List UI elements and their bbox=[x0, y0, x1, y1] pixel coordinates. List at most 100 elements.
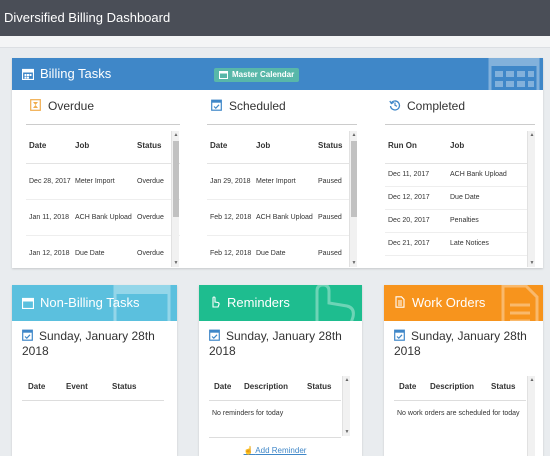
calendar-check-icon bbox=[209, 329, 220, 341]
col-status: Status bbox=[307, 382, 332, 391]
col-description: Description bbox=[244, 382, 289, 391]
table-row[interactable]: Feb 12, 2018 ACH Bank Upload Paused bbox=[207, 199, 357, 236]
overdue-title-row: Overdue bbox=[26, 98, 94, 114]
non-billing-tasks-header: Non-Billing Tasks bbox=[12, 285, 177, 321]
billing-tasks-header: Billing Tasks Master Calendar bbox=[12, 58, 543, 90]
overdue-scrollbar[interactable]: ▲ ▼ bbox=[171, 131, 179, 267]
file-text-icon bbox=[395, 296, 405, 308]
scroll-down-arrow[interactable]: ▼ bbox=[344, 429, 350, 435]
master-calendar-button[interactable]: Master Calendar bbox=[214, 68, 300, 82]
cell-date: Jan 11, 2018 bbox=[26, 199, 72, 236]
table-row[interactable]: Jan 11, 2018 ACH Bank Upload Overdue bbox=[26, 199, 180, 236]
col-date: Date bbox=[399, 382, 417, 391]
add-reminder-link[interactable]: ☝ Add Reminder bbox=[209, 437, 341, 455]
cell-job: ACH Bank Upload bbox=[253, 199, 315, 236]
date-heading: Sunday, January 28th 2018 bbox=[394, 329, 543, 359]
table-row[interactable]: Dec 21, 2017 Late Notices bbox=[385, 232, 535, 256]
table-row[interactable]: Feb 12, 2018 Due Date Paused bbox=[207, 235, 357, 265]
scroll-down-arrow[interactable]: ▼ bbox=[529, 260, 535, 266]
reminders-scrollbar[interactable]: ▲ ▼ bbox=[342, 376, 350, 436]
calendar-check-icon bbox=[22, 329, 33, 341]
hand-pointer-icon bbox=[212, 296, 220, 308]
cell-job: Due Date bbox=[447, 186, 535, 210]
cell-date: Jan 12, 2018 bbox=[26, 235, 72, 265]
table-row[interactable]: Dec 11, 2017 ACH Bank Upload bbox=[385, 163, 535, 187]
completed-title-row: Completed bbox=[385, 98, 465, 114]
col-job: Job bbox=[72, 129, 134, 164]
scroll-up-arrow[interactable]: ▲ bbox=[351, 132, 357, 138]
cell-job: Meter Import bbox=[72, 163, 134, 200]
scroll-up-arrow[interactable]: ▲ bbox=[344, 377, 350, 383]
date-text: Sunday, January 28th 2018 bbox=[22, 329, 155, 358]
col-date: Date bbox=[207, 129, 253, 164]
completed-title: Completed bbox=[407, 99, 466, 113]
calendar-watermark-icon bbox=[113, 285, 171, 321]
table-row[interactable]: Dec 12, 2017 Due Date bbox=[385, 186, 535, 210]
table-header: Date Description Status bbox=[209, 373, 341, 401]
hand-pointer-icon: ☝ bbox=[243, 446, 254, 455]
calendar-icon bbox=[219, 71, 228, 79]
reminders-panel: Reminders Sunday, January 28th 2018 Date… bbox=[199, 285, 362, 456]
col-job: Job bbox=[447, 129, 535, 164]
scroll-thumb[interactable] bbox=[351, 141, 357, 217]
scroll-down-arrow[interactable]: ▼ bbox=[351, 260, 357, 266]
cell-date: Dec 21, 2017 bbox=[385, 232, 447, 256]
cell-job: ACH Bank Upload bbox=[72, 199, 134, 236]
scheduled-table: Date Job Status Jan 29, 2018 Meter Impor… bbox=[207, 129, 357, 265]
billing-tasks-title: Billing Tasks bbox=[40, 66, 112, 81]
table-row[interactable]: Dec 28, 2017 Meter Import Overdue bbox=[26, 163, 180, 200]
date-text: Sunday, January 28th 2018 bbox=[394, 329, 527, 358]
col-date: Date bbox=[28, 382, 46, 391]
col-status: Status bbox=[112, 382, 137, 391]
cell-date: Dec 20, 2017 bbox=[385, 209, 447, 233]
col-run-on: Run On bbox=[385, 129, 447, 164]
divider bbox=[385, 124, 535, 125]
scheduled-title: Scheduled bbox=[229, 99, 286, 113]
table-row[interactable]: Dec 20, 2017 Penalties bbox=[385, 209, 535, 233]
non-billing-tasks-panel: Non-Billing Tasks Sunday, January 28th 2… bbox=[12, 285, 177, 456]
calendar-icon bbox=[22, 297, 34, 309]
scheduled-scrollbar[interactable]: ▲ ▼ bbox=[349, 131, 357, 267]
overdue-title: Overdue bbox=[48, 99, 95, 113]
reminders-table: Date Description Status No reminders for… bbox=[209, 373, 341, 419]
calendar-watermark-icon bbox=[488, 58, 540, 90]
cell-job: Meter Import bbox=[253, 163, 315, 200]
work-orders-panel: Work Orders Sunday, January 28th 2018 Da… bbox=[384, 285, 543, 456]
scroll-down-arrow[interactable]: ▼ bbox=[173, 260, 179, 266]
col-status: Status bbox=[491, 382, 516, 391]
scroll-up-arrow[interactable]: ▲ bbox=[529, 132, 535, 138]
cell-date: Feb 12, 2018 bbox=[207, 199, 253, 236]
work-orders-table: Date Description Status No work orders a… bbox=[394, 373, 526, 419]
work-orders-scrollbar[interactable]: ▲ bbox=[527, 376, 535, 456]
calendar-icon bbox=[22, 68, 34, 80]
cell-job: Due Date bbox=[253, 235, 315, 265]
empty-message: No work orders are scheduled for today bbox=[397, 410, 520, 417]
work-orders-header: Work Orders bbox=[384, 285, 543, 321]
cell-job: Penalties bbox=[447, 209, 535, 233]
scroll-up-arrow[interactable]: ▲ bbox=[173, 132, 179, 138]
window-title: Diversified Billing Dashboard bbox=[0, 0, 550, 36]
completed-table: Run On Job Dec 11, 2017 ACH Bank Upload … bbox=[385, 129, 535, 265]
col-description: Description bbox=[430, 382, 475, 391]
cell-date: Feb 12, 2018 bbox=[207, 235, 253, 265]
scroll-thumb[interactable] bbox=[173, 141, 179, 217]
col-event: Event bbox=[66, 382, 88, 391]
overdue-table: Date Job Status Dec 28, 2017 Meter Impor… bbox=[26, 129, 180, 265]
reminders-header: Reminders bbox=[199, 285, 362, 321]
calendar-check-icon bbox=[211, 99, 222, 111]
cell-date: Dec 11, 2017 bbox=[385, 163, 447, 187]
table-row[interactable]: Jan 12, 2018 Due Date Overdue bbox=[26, 235, 180, 265]
divider bbox=[26, 124, 180, 125]
col-job: Job bbox=[253, 129, 315, 164]
completed-scrollbar[interactable]: ▲ ▼ bbox=[527, 131, 535, 267]
date-heading: Sunday, January 28th 2018 bbox=[209, 329, 362, 359]
table-row[interactable]: Jan 29, 2018 Meter Import Paused bbox=[207, 163, 357, 200]
scroll-up-arrow[interactable]: ▲ bbox=[529, 377, 535, 383]
file-text-watermark-icon bbox=[501, 285, 539, 321]
scheduled-title-row: Scheduled bbox=[207, 98, 286, 114]
table-header: Date Event Status bbox=[22, 373, 164, 401]
date-text: Sunday, January 28th 2018 bbox=[209, 329, 342, 358]
hourglass-icon bbox=[30, 99, 41, 111]
history-icon bbox=[389, 100, 401, 111]
divider bbox=[207, 124, 357, 125]
